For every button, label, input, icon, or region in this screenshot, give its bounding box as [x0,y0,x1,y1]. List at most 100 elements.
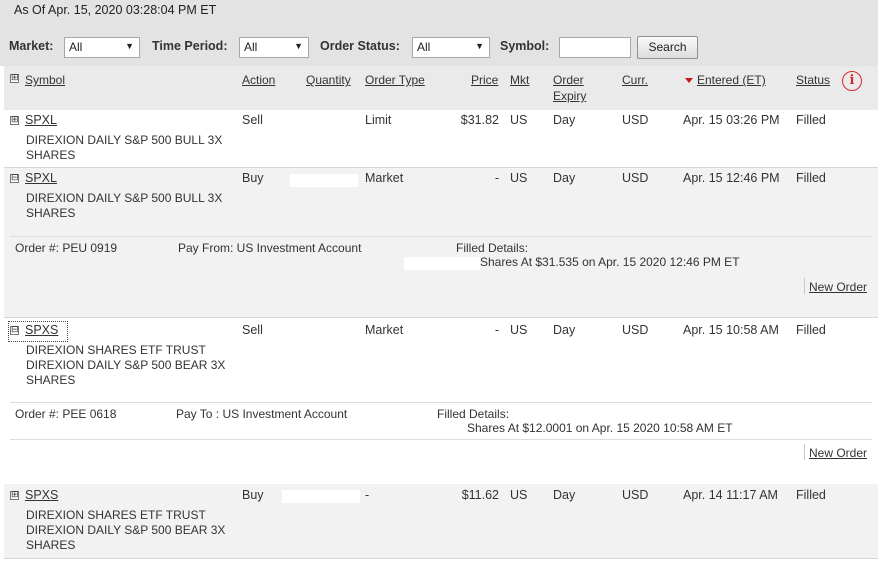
price-value: $31.82 [460,113,499,127]
filled-details-text: Shares At $31.535 on Apr. 15 2020 12:46 … [480,255,740,269]
col-quantity[interactable]: Quantity [306,72,351,88]
col-symbol[interactable]: Symbol [25,72,65,88]
detail-divider [10,439,872,440]
redacted-quantity [290,174,358,187]
col-price[interactable]: Price [471,72,498,88]
redacted-shares [404,257,480,270]
expiry-value: Day [553,171,576,185]
symbol-link[interactable]: SPXL [25,171,57,186]
col-status[interactable]: Status [796,72,830,88]
col-entered[interactable]: Entered (ET) [685,72,766,88]
expand-icon[interactable]: ⊞ [10,491,19,500]
order-row-expanded: ⊟ SPXL DIREXION DAILY S&P 500 BULL 3X SHA… [4,168,878,317]
action-value: Sell [242,323,263,337]
symbol-link[interactable]: SPXS [25,323,58,338]
divider [804,278,805,294]
desc-line: DIREXION DAILY S&P 500 BEAR 3X [26,358,226,372]
order-row: ⊞ SPXS DIREXION SHARES ETF TRUST DIREXION… [4,484,878,558]
price-value: - [494,323,499,337]
filled-details-label: Filled Details: [456,241,529,255]
as-of-timestamp: As Of Apr. 15, 2020 03:28:04 PM ET [0,0,878,30]
time-period-label: Time Period: [152,39,228,53]
order-type-value: Market [365,323,404,337]
desc-line: SHARES [26,148,76,162]
info-icon[interactable]: i [842,71,862,91]
order-number: Order #: PEU 0919 [15,241,118,255]
symbol-label: Symbol: [500,39,550,53]
search-button[interactable]: Search [637,36,698,59]
detail-divider [10,402,872,403]
time-period-select[interactable]: All ▼ [239,37,309,58]
market-label: Market: [9,39,54,53]
entered-value: Apr. 14 11:17 AM [683,488,778,502]
market-select[interactable]: All ▼ [64,37,140,58]
order-status-label: Order Status: [320,39,400,53]
new-order-link[interactable]: New Order [809,446,867,460]
action-value: Buy [242,171,264,185]
symbol-link[interactable]: SPXS [25,488,58,503]
order-row-expanded: ⊟ SPXS DIREXION SHARES ETF TRUST DIREXION… [4,318,878,483]
entered-value: Apr. 15 10:58 AM [683,323,779,337]
expiry-value: Day [553,323,576,337]
pay-to-account: Pay To : US Investment Account [176,407,348,421]
col-order-expiry[interactable]: Order Expiry [553,72,586,104]
time-period-select-value: All [244,40,258,54]
symbol-description: DIREXION DAILY S&P 500 BULL 3X SHARES [26,133,236,163]
desc-line: DIREXION SHARES ETF TRUST [26,343,206,357]
filled-details-label: Filled Details: [437,407,510,421]
entered-value: Apr. 15 12:46 PM [683,171,780,185]
redacted-quantity [282,490,360,503]
status-value: Filled [796,488,826,502]
order-row: ⊞ SPXL DIREXION DAILY S&P 500 BULL 3X SHA… [4,110,878,167]
sort-desc-icon [685,78,693,84]
action-value: Sell [242,113,263,127]
desc-line: DIREXION SHARES ETF TRUST [26,508,206,522]
market-value: US [510,113,528,127]
symbol-link[interactable]: SPXL [25,113,57,128]
market-value: US [510,171,528,185]
order-type-value: - [365,488,370,502]
table-header: ⊞ Symbol Action Quantity Order Type Pric… [4,66,878,110]
desc-line: DIREXION DAILY S&P 500 BULL 3X [26,191,223,205]
action-value: Buy [242,488,264,502]
status-value: Filled [796,323,826,337]
currency-value: USD [622,323,649,337]
symbol-description: DIREXION DAILY S&P 500 BULL 3X SHARES [26,191,236,221]
status-value: Filled [796,171,826,185]
dropdown-arrow-icon: ▼ [125,41,134,51]
currency-value: USD [622,171,649,185]
order-status-select-value: All [417,40,431,54]
col-action[interactable]: Action [242,72,275,88]
symbol-description: DIREXION SHARES ETF TRUST DIREXION DAILY … [26,508,236,553]
expand-all-icon[interactable]: ⊞ [10,74,19,83]
price-value: $11.62 [461,488,499,502]
entered-value: Apr. 15 03:26 PM [683,113,780,127]
expiry-value: Day [553,488,576,502]
col-order-type[interactable]: Order Type [365,72,425,88]
symbol-description: DIREXION SHARES ETF TRUST DIREXION DAILY … [26,343,236,388]
order-type-value: Market [365,171,404,185]
order-status-select[interactable]: All ▼ [412,37,490,58]
col-mkt[interactable]: Mkt [510,72,529,88]
currency-value: USD [622,488,649,502]
filter-bar: Market: All ▼ Time Period: All ▼ Order S… [0,30,878,66]
collapse-icon[interactable]: ⊟ [10,174,19,183]
market-value: US [510,488,528,502]
filled-details-text: Shares At $12.0001 on Apr. 15 2020 10:58… [467,421,733,435]
row-divider [4,558,878,559]
col-currency[interactable]: Curr. [622,72,648,88]
expand-icon[interactable]: ⊞ [10,116,19,125]
symbol-input[interactable] [559,37,631,58]
new-order-link[interactable]: New Order [809,280,867,294]
desc-line: SHARES [26,373,76,387]
price-value: - [494,171,499,185]
desc-line: SHARES [26,538,76,552]
currency-value: USD [622,113,649,127]
status-value: Filled [796,113,826,127]
collapse-icon[interactable]: ⊟ [10,326,19,335]
order-type-value: Limit [365,113,392,127]
dropdown-arrow-icon: ▼ [294,41,303,51]
market-select-value: All [69,40,83,54]
market-value: US [510,323,528,337]
desc-line: DIREXION DAILY S&P 500 BEAR 3X [26,523,226,537]
